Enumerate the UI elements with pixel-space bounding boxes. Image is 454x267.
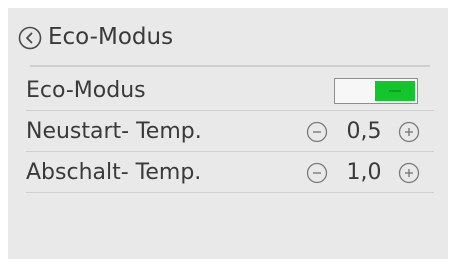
setting-row-shutoff-temp: Abschalt- Temp. 1,0 bbox=[8, 155, 448, 193]
restart-temp-label: Neustart- Temp. bbox=[26, 119, 202, 144]
plus-icon[interactable] bbox=[398, 121, 420, 143]
row-divider bbox=[26, 192, 434, 193]
shutoff-temp-label: Abschalt- Temp. bbox=[26, 160, 202, 185]
minus-icon[interactable] bbox=[306, 121, 328, 143]
eco-mode-screen: Eco-Modus Eco-Modus Neustart- Temp. 0,5 … bbox=[8, 8, 448, 259]
setting-row-restart-temp: Neustart- Temp. 0,5 bbox=[8, 114, 448, 152]
row-divider bbox=[26, 110, 434, 111]
plus-icon[interactable] bbox=[398, 162, 420, 184]
setting-row-eco-mode: Eco-Modus bbox=[8, 73, 448, 111]
eco-mode-label: Eco-Modus bbox=[26, 78, 146, 103]
restart-temp-value: 0,5 bbox=[346, 119, 382, 144]
minus-icon[interactable] bbox=[306, 162, 328, 184]
header: Eco-Modus bbox=[8, 8, 448, 62]
header-divider bbox=[30, 65, 430, 67]
eco-mode-toggle[interactable] bbox=[334, 78, 418, 104]
row-divider bbox=[26, 151, 434, 152]
back-icon[interactable] bbox=[18, 26, 42, 50]
page-title: Eco-Modus bbox=[48, 24, 174, 50]
toggle-knob-on bbox=[375, 81, 415, 101]
shutoff-temp-value: 1,0 bbox=[346, 160, 382, 185]
